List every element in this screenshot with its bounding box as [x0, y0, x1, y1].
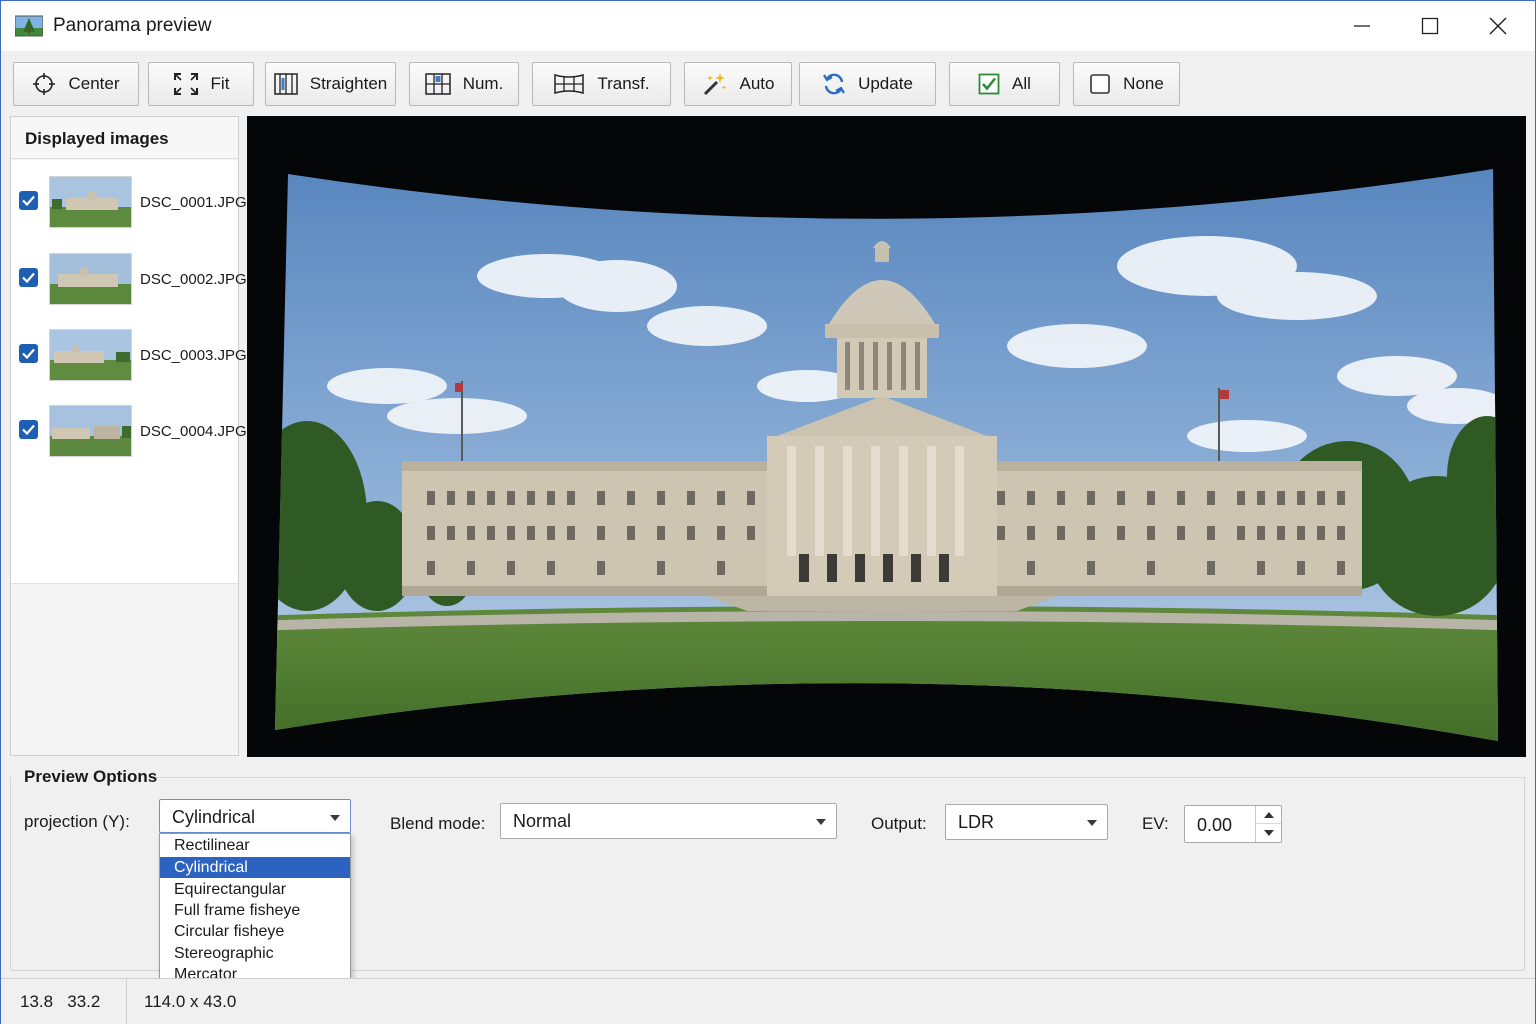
- magic-wand-icon: [703, 73, 726, 96]
- image-thumbnail: [49, 176, 132, 228]
- ev-decrease-button[interactable]: [1256, 824, 1281, 842]
- dropdown-option-cylindrical[interactable]: Cylindrical: [160, 857, 350, 878]
- select-none-button[interactable]: None: [1073, 62, 1180, 106]
- displayed-images-title: Displayed images: [11, 117, 238, 159]
- empty-box-icon: [1090, 74, 1110, 94]
- center-button-label: Center: [68, 74, 120, 93]
- refresh-icon: [823, 73, 846, 95]
- checkmark-icon: [22, 272, 35, 283]
- ev-stepper[interactable]: 0.00: [1184, 805, 1282, 843]
- minimize-button[interactable]: [1339, 9, 1385, 43]
- window-title: Panorama preview: [53, 15, 212, 36]
- straighten-icon: [274, 73, 298, 95]
- image-list: DSC_0001.JPG DSC_0002.JPG DSC_0003.JPG D…: [11, 160, 247, 584]
- dropdown-option-circular-fisheye[interactable]: Circular fisheye: [160, 921, 350, 942]
- fit-button[interactable]: Fit: [148, 62, 254, 106]
- blend-mode-select[interactable]: Normal: [500, 803, 837, 839]
- divider: [126, 979, 127, 1024]
- blend-mode-select-value: Normal: [513, 811, 572, 831]
- dropdown-option-full-frame-fisheye[interactable]: Full frame fisheye: [160, 900, 350, 921]
- chevron-down-icon: [1263, 830, 1274, 836]
- image-filename: DSC_0001.JPG: [140, 194, 247, 211]
- projection-select[interactable]: Cylindrical: [159, 799, 351, 833]
- maximize-button[interactable]: [1407, 9, 1453, 43]
- output-select[interactable]: LDR: [945, 804, 1108, 840]
- image-thumbnail: [49, 405, 132, 457]
- select-all-button-label: All: [1012, 74, 1031, 93]
- straighten-button[interactable]: Straighten: [265, 62, 396, 106]
- blend-mode-label: Blend mode:: [390, 814, 486, 833]
- transf-button[interactable]: Transf.: [532, 62, 671, 106]
- image-checkbox[interactable]: [19, 191, 38, 210]
- chevron-up-icon: [1263, 811, 1274, 818]
- projection-dropdown-list: Rectilinear Cylindrical Equirectangular …: [159, 833, 351, 987]
- image-thumbnail: [49, 253, 132, 305]
- status-bar: 13.8 33.2 114.0 x 43.0: [1, 978, 1535, 1024]
- projection-select-value: Cylindrical: [172, 807, 256, 827]
- image-checkbox[interactable]: [19, 420, 38, 439]
- close-icon: [1489, 17, 1507, 35]
- checkmark-icon: [22, 424, 35, 435]
- projection-label: projection (Y):: [24, 812, 130, 831]
- select-none-button-label: None: [1123, 74, 1164, 93]
- update-button-label: Update: [858, 74, 913, 93]
- chevron-down-icon: [816, 819, 826, 825]
- output-select-value: LDR: [958, 812, 995, 832]
- app-icon: [15, 15, 43, 37]
- panorama-image: [247, 116, 1526, 757]
- auto-button-label: Auto: [739, 74, 775, 93]
- checkmark-icon: [22, 348, 35, 359]
- chevron-down-icon: [330, 815, 340, 821]
- transf-button-label: Transf.: [597, 74, 650, 93]
- checkmark-icon: [22, 195, 35, 206]
- ev-value[interactable]: 0.00: [1197, 815, 1232, 836]
- image-checkbox[interactable]: [19, 344, 38, 363]
- toolbar: Center Fit Straighten Num. Transf. Auto …: [1, 51, 1535, 115]
- crosshair-icon: [33, 73, 56, 95]
- output-label: Output:: [871, 814, 927, 833]
- num-button-label: Num.: [462, 74, 504, 93]
- fit-button-label: Fit: [210, 74, 230, 93]
- num-button[interactable]: Num.: [409, 62, 519, 106]
- chevron-down-icon: [1087, 820, 1097, 826]
- center-button[interactable]: Center: [13, 62, 139, 106]
- image-filename: DSC_0002.JPG: [140, 271, 247, 288]
- transform-grid-icon: [554, 74, 585, 94]
- image-filename: DSC_0003.JPG: [140, 347, 247, 364]
- list-item[interactable]: DSC_0004.JPG: [11, 394, 247, 470]
- auto-button[interactable]: Auto: [684, 62, 792, 106]
- ev-stepper-buttons: [1255, 806, 1281, 842]
- grid-numbers-icon: [424, 73, 451, 95]
- image-thumbnail: [49, 329, 132, 381]
- dropdown-option-equirectangular[interactable]: Equirectangular: [160, 879, 350, 900]
- ev-increase-button[interactable]: [1256, 806, 1281, 824]
- title-bar: Panorama preview: [1, 1, 1535, 51]
- update-button[interactable]: Update: [799, 62, 936, 106]
- list-item[interactable]: DSC_0002.JPG: [11, 242, 247, 318]
- image-checkbox[interactable]: [19, 268, 38, 287]
- image-filename: DSC_0004.JPG: [140, 423, 247, 440]
- status-field-of-view: 114.0 x 43.0: [144, 992, 237, 1011]
- dropdown-option-stereographic[interactable]: Stereographic: [160, 943, 350, 964]
- ev-label: EV:: [1142, 814, 1169, 833]
- list-item[interactable]: DSC_0001.JPG: [11, 165, 247, 241]
- panorama-preview-window: Panorama preview Center Fit Straighten N…: [0, 0, 1536, 1024]
- straighten-button-label: Straighten: [309, 74, 388, 93]
- minimize-icon: [1354, 25, 1370, 27]
- status-coordinates: 13.8 33.2: [20, 992, 101, 1011]
- list-item[interactable]: DSC_0003.JPG: [11, 318, 247, 394]
- checked-box-icon: [978, 73, 1000, 95]
- close-button[interactable]: [1475, 9, 1521, 43]
- displayed-images-panel: Displayed images DSC_0001.JPG DSC_0002.J…: [10, 116, 247, 756]
- maximize-icon: [1421, 17, 1439, 35]
- select-all-button[interactable]: All: [949, 62, 1060, 106]
- panorama-preview-canvas[interactable]: [247, 116, 1526, 757]
- fit-screen-icon: [173, 73, 198, 95]
- dropdown-option-rectilinear[interactable]: Rectilinear: [160, 835, 350, 856]
